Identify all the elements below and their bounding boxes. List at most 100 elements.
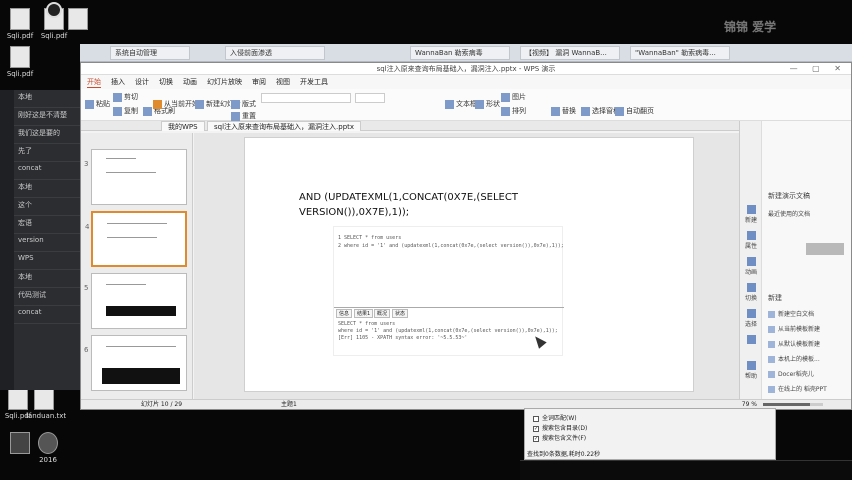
chat-message[interactable]: 我们这是要的 xyxy=(14,126,80,144)
window-controls[interactable]: — ▢ ✕ xyxy=(790,63,847,75)
slide-thumbnail[interactable]: 6 xyxy=(84,335,187,391)
chat-message[interactable]: 先了 xyxy=(14,144,80,162)
desktop-file-icon[interactable]: Sqli.pdf xyxy=(0,388,36,420)
new-blank-doc-link[interactable]: 新建空白文档 xyxy=(768,309,814,318)
font-size-select[interactable] xyxy=(355,93,385,103)
online-ppt-link[interactable]: 在线上的 稻壳PPT xyxy=(768,384,827,393)
browser-tab[interactable]: 系统自动管理 xyxy=(110,46,190,60)
menu-item-transition[interactable]: 切换 xyxy=(159,77,173,87)
desktop-icon-label: Sqli.pdf xyxy=(40,32,68,40)
app-icon[interactable] xyxy=(2,432,38,456)
local-templates-link[interactable]: 本机上的模板... xyxy=(768,354,820,363)
picture-button[interactable]: 图片 xyxy=(501,92,526,102)
task-pane-tab-transition[interactable]: 切换 xyxy=(742,283,760,302)
desktop-file-icon[interactable] xyxy=(60,8,96,32)
font-name-select[interactable] xyxy=(261,93,351,103)
thumbnail-line xyxy=(106,172,156,173)
slide-text-box[interactable]: AND (UPDATEXML(1,CONCAT(0X7E,(SELECT VER… xyxy=(299,190,539,220)
folder-icon xyxy=(768,356,775,363)
menu-item-animation[interactable]: 动画 xyxy=(183,77,197,87)
window-title: sql注入原来查询布局基础入，漏洞注入.pptx - WPS 演示 xyxy=(376,65,556,73)
browser-tab-strip: 系统自动管理 入侵前面渗透 WannaBan 勒索病毒 【视频】 漏洞 Wann… xyxy=(80,44,852,62)
window-title-bar[interactable]: sql注入原来查询布局基础入，漏洞注入.pptx - WPS 演示 — ▢ ✕ xyxy=(81,63,851,75)
result-line: where id = '1' and (updatexml(1,concat(0… xyxy=(338,328,558,334)
include-dirs-checkbox[interactable]: ✓ 搜索包含目录(D) xyxy=(533,423,587,432)
sql-query-screenshot[interactable]: 1 SELECT * from users 2 where id = '1' a… xyxy=(333,226,564,356)
menu-item-view[interactable]: 视图 xyxy=(276,77,290,87)
result-line: SELECT * from users xyxy=(338,321,396,327)
result-tab: 信息 xyxy=(336,309,353,318)
cut-button[interactable]: 剪切 xyxy=(113,92,138,102)
blank-doc-icon xyxy=(768,311,775,318)
play-from-current-button[interactable]: 从当前开始 xyxy=(153,99,199,109)
item-label: 本机上的模板... xyxy=(778,356,820,363)
textbox-button[interactable]: 文本框 xyxy=(445,99,477,109)
copy-icon xyxy=(113,106,122,116)
slide-thumbnail[interactable]: 5 xyxy=(84,273,187,329)
checkbox-label: 搜索包含文件(F) xyxy=(542,435,587,442)
menu-item-insert[interactable]: 插入 xyxy=(111,77,125,87)
desktop-file-icon[interactable]: Sqli.pdf xyxy=(2,46,38,78)
replace-button[interactable]: 替换 xyxy=(551,106,576,116)
chat-message[interactable]: 宏语 xyxy=(14,216,80,234)
chat-message[interactable]: concat xyxy=(14,306,80,324)
chat-message[interactable]: 代码测试 xyxy=(14,288,80,306)
menu-item-slideshow[interactable]: 幻灯片放映 xyxy=(207,77,242,87)
whole-word-checkbox[interactable]: 全词匹配(W) xyxy=(533,413,577,422)
checkbox-label: 全词匹配(W) xyxy=(542,415,577,422)
menu-item-review[interactable]: 审阅 xyxy=(252,77,266,87)
paste-button[interactable]: 粘贴 xyxy=(85,99,110,109)
browser-tab[interactable]: WannaBan 勒索病毒 xyxy=(410,46,510,60)
tab-document[interactable]: sql注入原来查询布局基础入，漏洞注入.pptx xyxy=(207,121,362,131)
mouse-cursor xyxy=(531,333,547,349)
browser-tab[interactable]: 入侵前面渗透 xyxy=(225,46,325,60)
chat-message[interactable]: 本地 xyxy=(14,90,80,108)
task-pane-tab-properties[interactable]: 属性 xyxy=(742,231,760,250)
arrange-button[interactable]: 排列 xyxy=(501,106,526,116)
menu-item-developer[interactable]: 开发工具 xyxy=(300,77,328,87)
menu-item-design[interactable]: 设计 xyxy=(135,77,149,87)
help-icon xyxy=(746,361,756,370)
task-pane-tab-animation[interactable]: 动画 xyxy=(742,257,760,276)
chat-message[interactable]: WPS xyxy=(14,252,80,270)
task-pane-action-button[interactable] xyxy=(806,243,844,255)
new-from-default-link[interactable]: 从默认模板新建 xyxy=(768,339,820,348)
thumbnail-image xyxy=(102,368,180,384)
new-from-current-link[interactable]: 从当前模板新建 xyxy=(768,324,820,333)
chat-message[interactable]: 刚好这是不清楚 xyxy=(14,108,80,126)
task-pane-tab-help[interactable]: 帮助 xyxy=(742,361,760,380)
browser-tab[interactable]: 【视频】 漏洞 WannaB... xyxy=(520,46,620,60)
current-slide[interactable]: AND (UPDATEXML(1,CONCAT(0X7E,(SELECT VER… xyxy=(244,137,694,392)
tab-my-wps[interactable]: 我的WPS xyxy=(161,121,205,131)
checkbox-box xyxy=(533,415,539,422)
desktop-icon-label: Sqli.pdf xyxy=(4,412,32,420)
slide-thumbnail-selected[interactable]: 4 xyxy=(85,211,187,267)
ribbon-label: 替换 xyxy=(562,107,576,115)
slide-thumbnail[interactable]: 3 xyxy=(84,149,187,205)
chat-message[interactable]: 这个 xyxy=(14,198,80,216)
task-pane-tab-new[interactable]: 新建 xyxy=(742,205,760,224)
desktop-file-icon[interactable]: Sqli.pdf xyxy=(2,8,38,40)
chat-message[interactable]: concat xyxy=(14,162,80,180)
search-result-summary: 查找到0条数据,耗时0.22秒 xyxy=(527,451,601,458)
layout-button[interactable]: 版式 xyxy=(231,99,256,109)
chat-message[interactable]: version xyxy=(14,234,80,252)
docer-link[interactable]: Docer稻壳儿 xyxy=(768,369,814,378)
task-pane-tab-tools[interactable] xyxy=(742,335,760,345)
slide-thumbnails-panel: 3 4 5 6 xyxy=(81,133,193,399)
menu-item-start[interactable]: 开始 xyxy=(87,77,101,88)
zoom-slider[interactable] xyxy=(763,403,823,406)
browser-tab[interactable]: "WannaBan" 勒索病毒... xyxy=(630,46,730,60)
copy-button[interactable]: 复制 xyxy=(113,106,138,116)
auto-page-button[interactable]: 自动翻页 xyxy=(615,106,654,116)
include-files-checkbox[interactable]: ✓ 搜索包含文件(F) xyxy=(533,433,586,442)
chat-message[interactable]: 本地 xyxy=(14,180,80,198)
task-pane-tab-select[interactable]: 选择 xyxy=(742,309,760,328)
reset-button[interactable]: 重置 xyxy=(231,111,256,121)
chat-app-panel: 本地 刚好这是不清楚 我们这是要的 先了 concat 本地 这个 宏语 ver… xyxy=(0,90,80,390)
document-tabs: 我的WPS sql注入原来查询布局基础入，漏洞注入.pptx xyxy=(81,121,851,131)
chat-message[interactable]: 本地 xyxy=(14,270,80,288)
shapes-button[interactable]: 形状 xyxy=(475,99,500,109)
thumbnail-line xyxy=(107,223,167,224)
recent-docs-label[interactable]: 最近使用的文档 xyxy=(768,209,810,218)
